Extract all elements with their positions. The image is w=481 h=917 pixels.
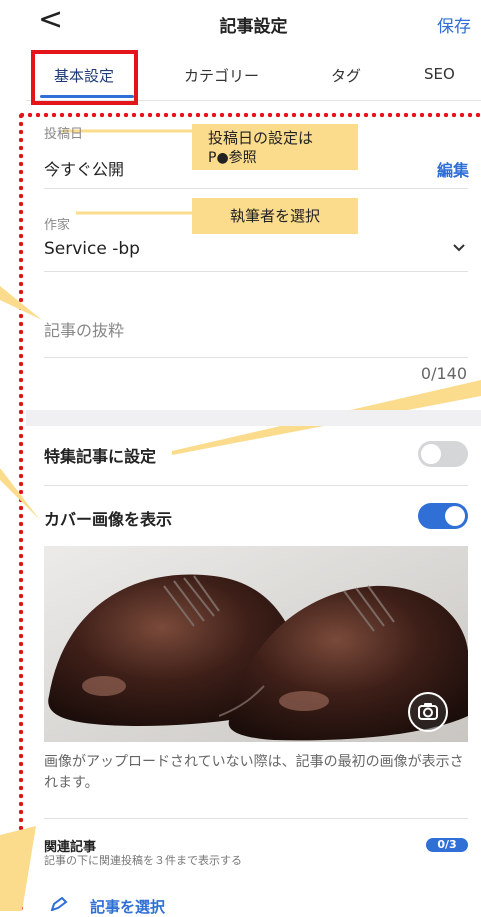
related-articles-subtitle: 記事の下に関連投稿を３件まで表示する	[44, 854, 242, 867]
annotation-arrow-cover	[0, 468, 40, 520]
excerpt-input[interactable]: 記事の抜粋	[44, 317, 124, 341]
divider	[44, 271, 468, 272]
camera-icon[interactable]	[408, 692, 448, 732]
author-label: 作家	[44, 218, 71, 233]
toggle-knob	[445, 506, 465, 526]
cover-image-label: カバー画像を表示	[44, 510, 173, 529]
post-date-callout-line2: P●参照	[208, 150, 257, 166]
featured-label: 特集記事に設定	[44, 447, 157, 466]
chevron-down-icon[interactable]	[453, 244, 465, 252]
annotation-arrow-related	[0, 826, 36, 911]
edit-post-date-button[interactable]: 編集	[437, 157, 469, 181]
divider	[44, 188, 468, 189]
post-date-value: 今すぐ公開	[44, 160, 125, 179]
select-articles-button[interactable]: 記事を選択	[90, 896, 165, 917]
featured-toggle[interactable]	[418, 441, 468, 467]
author-callout: 執筆者を選択	[192, 198, 358, 234]
cover-image-note: 画像がアップロードされていない際は、記事の最初の画像が表示されます。	[44, 754, 464, 791]
pencil-icon	[50, 897, 68, 911]
shoes-photo	[44, 546, 468, 742]
section-separator	[26, 410, 481, 426]
cover-image-toggle[interactable]	[418, 503, 468, 529]
excerpt-underline	[44, 357, 468, 358]
related-count-badge: 0/3	[426, 838, 468, 852]
post-date-callout: 投稿日の設定は P●参照	[192, 124, 358, 170]
cover-image	[44, 546, 468, 742]
author-select-value[interactable]: Service -bp	[44, 239, 140, 259]
divider	[44, 485, 468, 486]
post-date-label: 投稿日	[44, 127, 84, 142]
post-date-callout-line1: 投稿日の設定は	[208, 129, 314, 147]
excerpt-char-counter: 0/140	[420, 364, 467, 383]
toggle-knob	[421, 444, 441, 464]
annotation-arrow-excerpt	[0, 286, 42, 320]
divider	[44, 818, 468, 819]
